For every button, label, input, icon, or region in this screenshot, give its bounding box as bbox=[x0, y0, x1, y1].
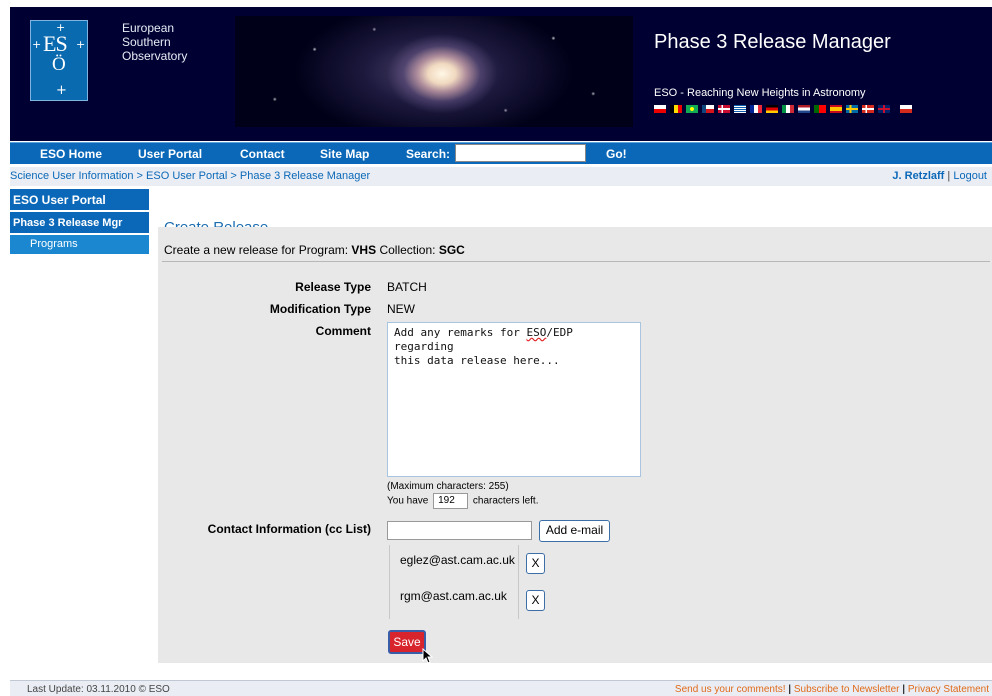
breadcrumb: Science User Information > ESO User Port… bbox=[10, 170, 370, 182]
modification-type-label: Modification Type bbox=[269, 302, 371, 316]
flag-icon[interactable] bbox=[782, 105, 794, 113]
release-subtitle: Create a new release for Program: VHS Co… bbox=[164, 243, 465, 257]
flag-icon[interactable] bbox=[750, 105, 762, 113]
chars-left-counter: 192 bbox=[433, 493, 469, 509]
logout-link[interactable]: Logout bbox=[953, 170, 987, 182]
flag-icon[interactable] bbox=[900, 105, 912, 113]
subtitle-prefix: Create a new release for Program: bbox=[164, 243, 352, 257]
sidebar: ESO User Portal Phase 3 Release Mgr Prog… bbox=[10, 189, 149, 663]
main-navigation: ESO Home User Portal Contact Site Map Se… bbox=[10, 142, 992, 164]
email-item: eglez@ast.cam.ac.uk bbox=[400, 553, 515, 567]
main-content: Create a new release for Program: VHS Co… bbox=[158, 227, 992, 663]
org-line-2: Southern bbox=[122, 35, 171, 49]
section-divider bbox=[162, 261, 990, 262]
user-links: J. Retzlaff | Logout bbox=[892, 170, 987, 182]
release-type-value: BATCH bbox=[387, 280, 427, 294]
sidebar-submenu: Programs bbox=[10, 235, 149, 663]
site-header: + + + ES Ö + European Southern Observato… bbox=[10, 7, 992, 141]
flag-icon[interactable] bbox=[734, 105, 746, 113]
comment-textarea[interactable]: Add any remarks for ESO/EDP regarding th… bbox=[387, 322, 641, 477]
flag-icon[interactable] bbox=[686, 105, 698, 113]
breadcrumb-separator: > bbox=[133, 170, 147, 182]
cc-email-list: eglez@ast.cam.ac.uk rgm@ast.cam.ac.uk bbox=[389, 545, 519, 619]
flag-icon[interactable] bbox=[670, 105, 682, 113]
mouse-cursor-icon bbox=[422, 648, 434, 664]
feedback-link[interactable]: Send us your comments! bbox=[675, 684, 786, 695]
collection-name: SGC bbox=[438, 243, 465, 257]
sidebar-item-eso-user-portal[interactable]: ESO User Portal bbox=[10, 189, 149, 210]
breadcrumb-bar: Science User Information > ESO User Port… bbox=[10, 167, 992, 186]
site-tagline: ESO - Reaching New Heights in Astronomy bbox=[654, 87, 866, 99]
flag-icon[interactable] bbox=[718, 105, 730, 113]
privacy-link[interactable]: Privacy Statement bbox=[908, 684, 989, 695]
search-label: Search: bbox=[406, 147, 451, 161]
flag-icon[interactable] bbox=[766, 105, 778, 113]
newsletter-link[interactable]: Subscribe to Newsletter bbox=[794, 684, 900, 695]
search-input[interactable] bbox=[455, 144, 586, 162]
footer-links: Send us your comments! | Subscribe to Ne… bbox=[675, 684, 989, 695]
footer-separator: | bbox=[785, 684, 794, 695]
add-email-button[interactable]: Add e-mail bbox=[539, 520, 610, 542]
characters-left-row: You have 192 characters left. bbox=[387, 493, 539, 509]
sidebar-item-release-manager[interactable]: Phase 3 Release Mgr bbox=[10, 212, 149, 233]
footer-separator: | bbox=[899, 684, 908, 695]
max-characters-note: (Maximum characters: 255) bbox=[387, 481, 509, 492]
nav-contact[interactable]: Contact bbox=[240, 147, 285, 161]
organization-name: European Southern Observatory bbox=[122, 21, 187, 63]
email-input[interactable] bbox=[387, 521, 532, 540]
flag-icon[interactable] bbox=[830, 105, 842, 113]
modification-type-value: NEW bbox=[387, 302, 415, 316]
org-line-3: Observatory bbox=[122, 49, 188, 63]
language-flags bbox=[654, 105, 912, 113]
page-footer: Last Update: 03.11.2010 © ESO Send us yo… bbox=[10, 680, 992, 696]
program-name: VHS bbox=[351, 243, 377, 257]
site-title: Phase 3 Release Manager bbox=[654, 31, 891, 53]
release-type-label: Release Type bbox=[295, 280, 371, 294]
nav-site-map[interactable]: Site Map bbox=[320, 147, 369, 161]
breadcrumb-release-manager[interactable]: Phase 3 Release Manager bbox=[240, 170, 370, 182]
eso-logo[interactable]: + + + ES Ö + bbox=[30, 20, 88, 101]
collection-label: Collection: bbox=[376, 243, 439, 257]
flag-icon[interactable] bbox=[798, 105, 810, 113]
breadcrumb-science-user-information[interactable]: Science User Information bbox=[10, 170, 134, 182]
flag-icon[interactable] bbox=[814, 105, 826, 113]
sidebar-item-programs[interactable]: Programs bbox=[10, 235, 149, 254]
nav-user-portal[interactable]: User Portal bbox=[138, 147, 202, 161]
nav-eso-home[interactable]: ESO Home bbox=[40, 147, 102, 161]
flag-icon[interactable] bbox=[862, 105, 874, 113]
org-line-1: European bbox=[122, 21, 175, 35]
remove-email-button[interactable]: X bbox=[526, 553, 545, 574]
user-name-link[interactable]: J. Retzlaff bbox=[892, 170, 944, 182]
contact-info-label: Contact Information (cc List) bbox=[207, 522, 371, 536]
galaxy-banner-image bbox=[235, 16, 633, 127]
flag-icon[interactable] bbox=[702, 105, 714, 113]
chars-left-suffix: characters left. bbox=[472, 495, 539, 507]
breadcrumb-separator: > bbox=[227, 170, 240, 182]
search-go-button[interactable]: Go! bbox=[606, 147, 627, 161]
save-button[interactable]: Save bbox=[388, 630, 426, 654]
breadcrumb-eso-user-portal[interactable]: ESO User Portal bbox=[146, 170, 227, 182]
last-update-text: Last Update: 03.11.2010 © ESO bbox=[27, 684, 170, 695]
flag-icon[interactable] bbox=[878, 105, 890, 113]
email-item: rgm@ast.cam.ac.uk bbox=[400, 589, 507, 603]
remove-email-button[interactable]: X bbox=[526, 590, 545, 611]
comment-label: Comment bbox=[315, 324, 371, 338]
flag-icon[interactable] bbox=[846, 105, 858, 113]
flag-icon[interactable] bbox=[654, 105, 666, 113]
user-links-separator: | bbox=[944, 170, 954, 182]
chars-left-prefix: You have bbox=[387, 495, 429, 507]
spellcheck-word: ESO bbox=[526, 326, 547, 339]
